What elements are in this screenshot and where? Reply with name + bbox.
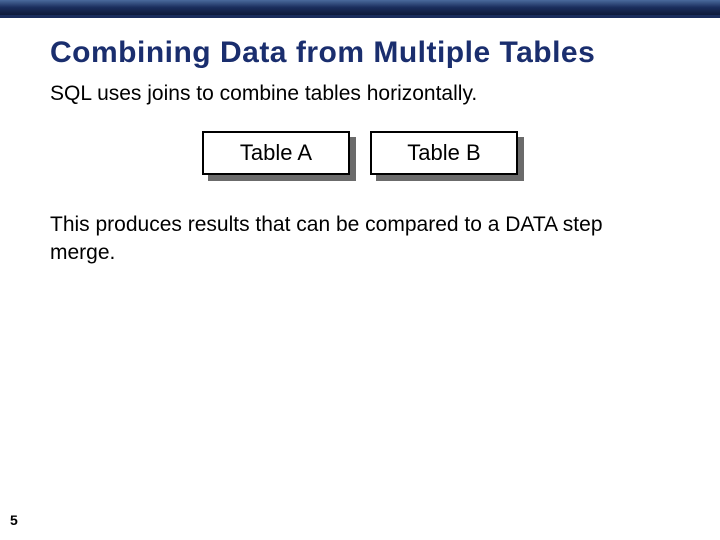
- header-border: [0, 0, 720, 18]
- table-box-b: Table B: [370, 131, 518, 175]
- table-a-label: Table A: [202, 131, 350, 175]
- page-number: 5: [10, 512, 18, 528]
- slide-content: Combining Data from Multiple Tables SQL …: [0, 18, 720, 266]
- table-box-a: Table A: [202, 131, 350, 175]
- intro-text: SQL uses joins to combine tables horizon…: [50, 80, 670, 107]
- table-b-label: Table B: [370, 131, 518, 175]
- conclusion-text: This produces results that can be compar…: [50, 211, 670, 266]
- table-boxes-row: Table A Table B: [50, 131, 670, 175]
- slide-title: Combining Data from Multiple Tables: [50, 36, 670, 70]
